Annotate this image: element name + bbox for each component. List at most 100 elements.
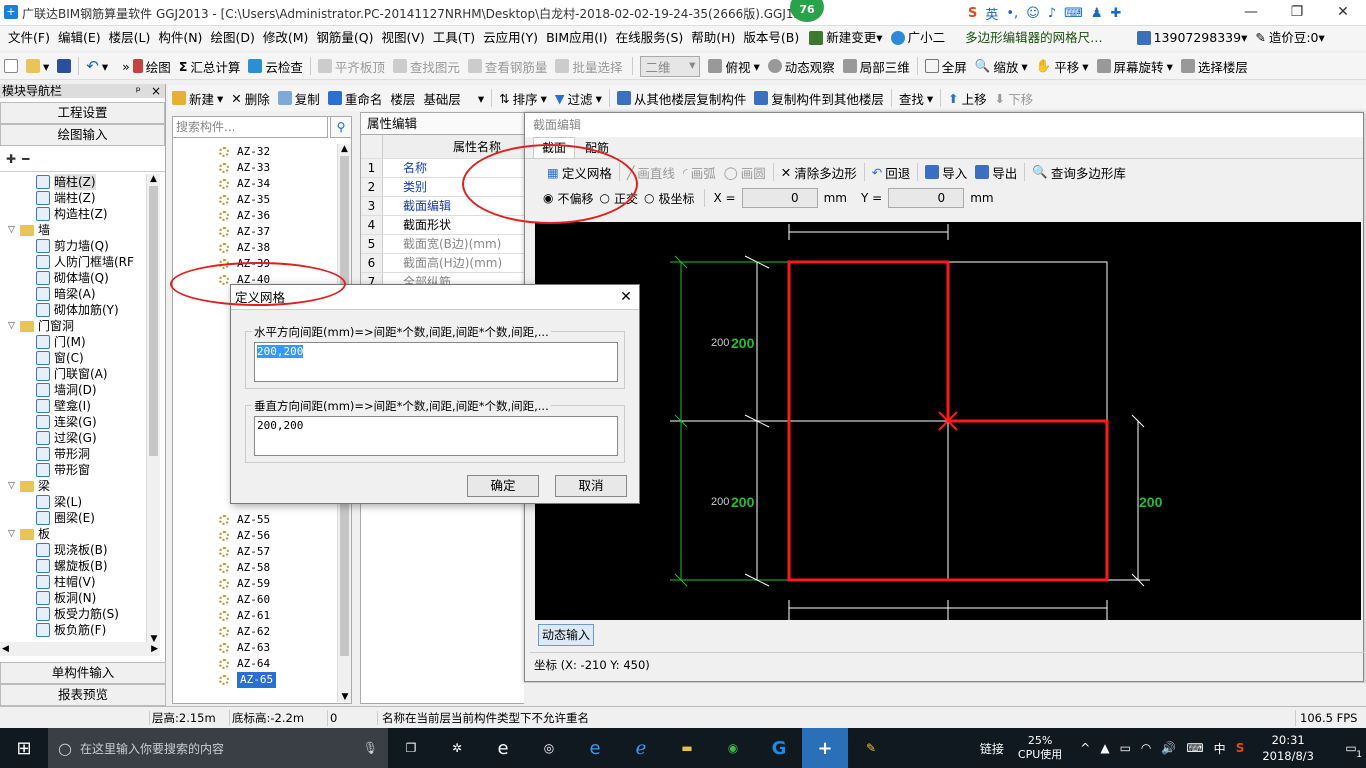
component-item[interactable]: AZ-60	[173, 592, 337, 608]
sort-button[interactable]: ⇅ 排序 ▾	[495, 89, 551, 108]
tab-property-edit[interactable]: 属性编辑	[361, 113, 524, 135]
menu-item[interactable]: BIM应用(I)	[542, 26, 612, 50]
component-item[interactable]: AZ-63	[173, 640, 337, 656]
copy-component-button[interactable]: 复制	[274, 89, 324, 108]
component-item[interactable]: AZ-34	[173, 176, 337, 192]
tree-item[interactable]: 板受力筋(S)	[8, 606, 146, 622]
collapse-all-icon[interactable]: ━	[22, 152, 29, 166]
tree-item[interactable]: 柱帽(V)	[8, 574, 146, 590]
view-mode-select[interactable]: 二维 ▾	[636, 55, 704, 77]
nav-close-icon[interactable]: ×	[151, 84, 161, 98]
single-input-button[interactable]: 单构件输入	[0, 662, 166, 684]
component-item[interactable]: AZ-57	[173, 544, 337, 560]
tree-item[interactable]: 带形洞	[8, 446, 146, 462]
punct-icon[interactable]: •,	[1006, 6, 1018, 21]
dynamic-view-button[interactable]: 动态观察	[764, 57, 839, 76]
menu-item[interactable]: 修改(M)	[259, 26, 313, 50]
batch-select-button[interactable]: 批量选择	[551, 57, 626, 76]
tree-folder[interactable]: ▽ 墙	[8, 222, 146, 238]
sum-calc-button[interactable]: Σ 汇总计算	[175, 57, 245, 76]
menu-item[interactable]: 楼层(L)	[105, 26, 155, 50]
tray-expand-icon[interactable]: ^	[1080, 741, 1090, 755]
price-beans[interactable]: ✎ 造价豆:0 ▾	[1251, 26, 1328, 50]
component-search-input[interactable]: 搜索构件...	[172, 116, 328, 138]
notice-text[interactable]: 多边形编辑器的网格尺…	[961, 26, 1107, 50]
draw-circle-button[interactable]: ◯ 画圆	[720, 163, 770, 182]
menu-item[interactable]: 版本号(B)	[739, 26, 803, 50]
skin-icon[interactable]: ♟	[1091, 6, 1103, 21]
tree-scrollbar[interactable]: ▲ ▼	[146, 174, 160, 644]
menu-item[interactable]: 钢筋量(Q)	[312, 26, 377, 50]
property-row[interactable]: 6 截面高(H边)(mm)	[361, 254, 524, 273]
new-change-menu[interactable]: 新建变更 ▾	[805, 26, 886, 50]
property-row[interactable]: 5 截面宽(B边)(mm)	[361, 235, 524, 254]
menu-item[interactable]: 视图(V)	[377, 26, 428, 50]
top-view-button[interactable]: 俯视 ▾	[704, 57, 763, 76]
filter-button[interactable]: ▼ 过滤 ▾	[551, 89, 606, 108]
tree-folder[interactable]: ▽ 门窗洞	[8, 318, 146, 334]
ime-toolbar[interactable]: S 英 •, ☺ ♪ ⌨ ♟ ✚	[968, 3, 1130, 23]
glodon-active-icon[interactable]: +	[802, 728, 848, 768]
property-row[interactable]: 4 截面形状	[361, 216, 524, 235]
green-app-icon[interactable]: ◉	[710, 728, 756, 768]
query-polygon-lib-button[interactable]: 🔍 查询多边形库	[1028, 163, 1130, 182]
tree-item[interactable]: 窗(C)	[8, 350, 146, 366]
move-up-button[interactable]: ⬆ 上移	[944, 89, 991, 108]
search-button[interactable]: 查找 ▾	[895, 89, 937, 108]
menu-item[interactable]: 在线服务(S)	[612, 26, 688, 50]
x-offset-input[interactable]: 0	[741, 188, 818, 208]
project-settings-button[interactable]: 工程设置	[0, 102, 165, 124]
component-item[interactable]: AZ-33	[173, 160, 337, 176]
clear-polygon-button[interactable]: ✕ 清除多边形	[777, 163, 861, 182]
floor-select[interactable]: 基础层 ▾	[419, 89, 488, 108]
new-component-button[interactable]: 新建 ▾	[168, 89, 227, 108]
tree-item[interactable]: 砌体墙(Q)	[8, 270, 146, 286]
report-preview-button[interactable]: 报表预览	[0, 684, 166, 706]
component-item[interactable]: AZ-64	[173, 656, 337, 672]
tree-item[interactable]: 砌体加筋(Y)	[8, 302, 146, 318]
user-account[interactable]: 13907298339 ▾	[1133, 26, 1252, 50]
rotate-screen-button[interactable]: 屏幕旋转 ▾	[1093, 57, 1177, 76]
tree-item[interactable]: 板洞(N)	[8, 590, 146, 606]
tray-ime[interactable]: 中	[1214, 740, 1226, 757]
fullscreen-button[interactable]: 全屏	[921, 57, 971, 76]
tree-item[interactable]: 壁龛(I)	[8, 398, 146, 414]
menu-item[interactable]: 文件(F)	[4, 26, 54, 50]
cloud-check-button[interactable]: 云检查	[244, 57, 307, 76]
tree-item[interactable]: 带形窗	[8, 462, 146, 478]
component-item[interactable]: AZ-38	[173, 240, 337, 256]
cpu-usage[interactable]: 25% CPU使用	[1018, 734, 1062, 762]
tree-item[interactable]: 人防门框墙(RF	[8, 254, 146, 270]
notes-app-icon[interactable]: ✎	[848, 728, 894, 768]
close-button[interactable]: ✕	[1320, 0, 1366, 26]
search-icon[interactable]: ⚲	[330, 116, 352, 138]
tree-item[interactable]: 暗梁(A)	[8, 286, 146, 302]
menu-item[interactable]: 绘图(D)	[206, 26, 258, 50]
component-item[interactable]: AZ-36	[173, 208, 337, 224]
tree-item[interactable]: 梁(L)	[8, 494, 146, 510]
component-item[interactable]: AZ-32	[173, 144, 337, 160]
tools-icon[interactable]: ✚	[1110, 6, 1121, 21]
notification-icon[interactable]: ▭ 1	[1336, 728, 1366, 768]
undo-button[interactable]: ↶ ▾	[82, 57, 112, 75]
delete-component-button[interactable]: ✕ 删除	[227, 89, 274, 108]
tree-item[interactable]: 螺旋板(B)	[8, 558, 146, 574]
component-item[interactable]: AZ-58	[173, 560, 337, 576]
draw-arc-button[interactable]: ◜ 画弧	[679, 163, 720, 182]
tree-item[interactable]: 过梁(G)	[8, 430, 146, 446]
mic-icon[interactable]: ♪	[1048, 6, 1056, 21]
menu-item[interactable]: 编辑(E)	[54, 26, 105, 50]
pan-button[interactable]: ✋ 平移 ▾	[1032, 57, 1093, 76]
windows-start-icon[interactable]: ⊞	[0, 728, 48, 768]
component-item[interactable]: AZ-61	[173, 608, 337, 624]
ime-lang[interactable]: 英	[985, 4, 998, 23]
tray-network-icon[interactable]: ▭	[1120, 741, 1131, 755]
ie-icon[interactable]: ℯ	[618, 728, 664, 768]
assistant-app-icon[interactable]: ◎	[526, 728, 572, 768]
menu-item[interactable]: 云应用(Y)	[479, 26, 542, 50]
component-item[interactable]: AZ-35	[173, 192, 337, 208]
tray-wifi-icon[interactable]: ◠	[1141, 741, 1151, 755]
file-explorer-icon[interactable]: ▬	[664, 728, 710, 768]
rename-button[interactable]: 重命名	[324, 89, 387, 108]
import-button[interactable]: 导入	[921, 163, 971, 182]
